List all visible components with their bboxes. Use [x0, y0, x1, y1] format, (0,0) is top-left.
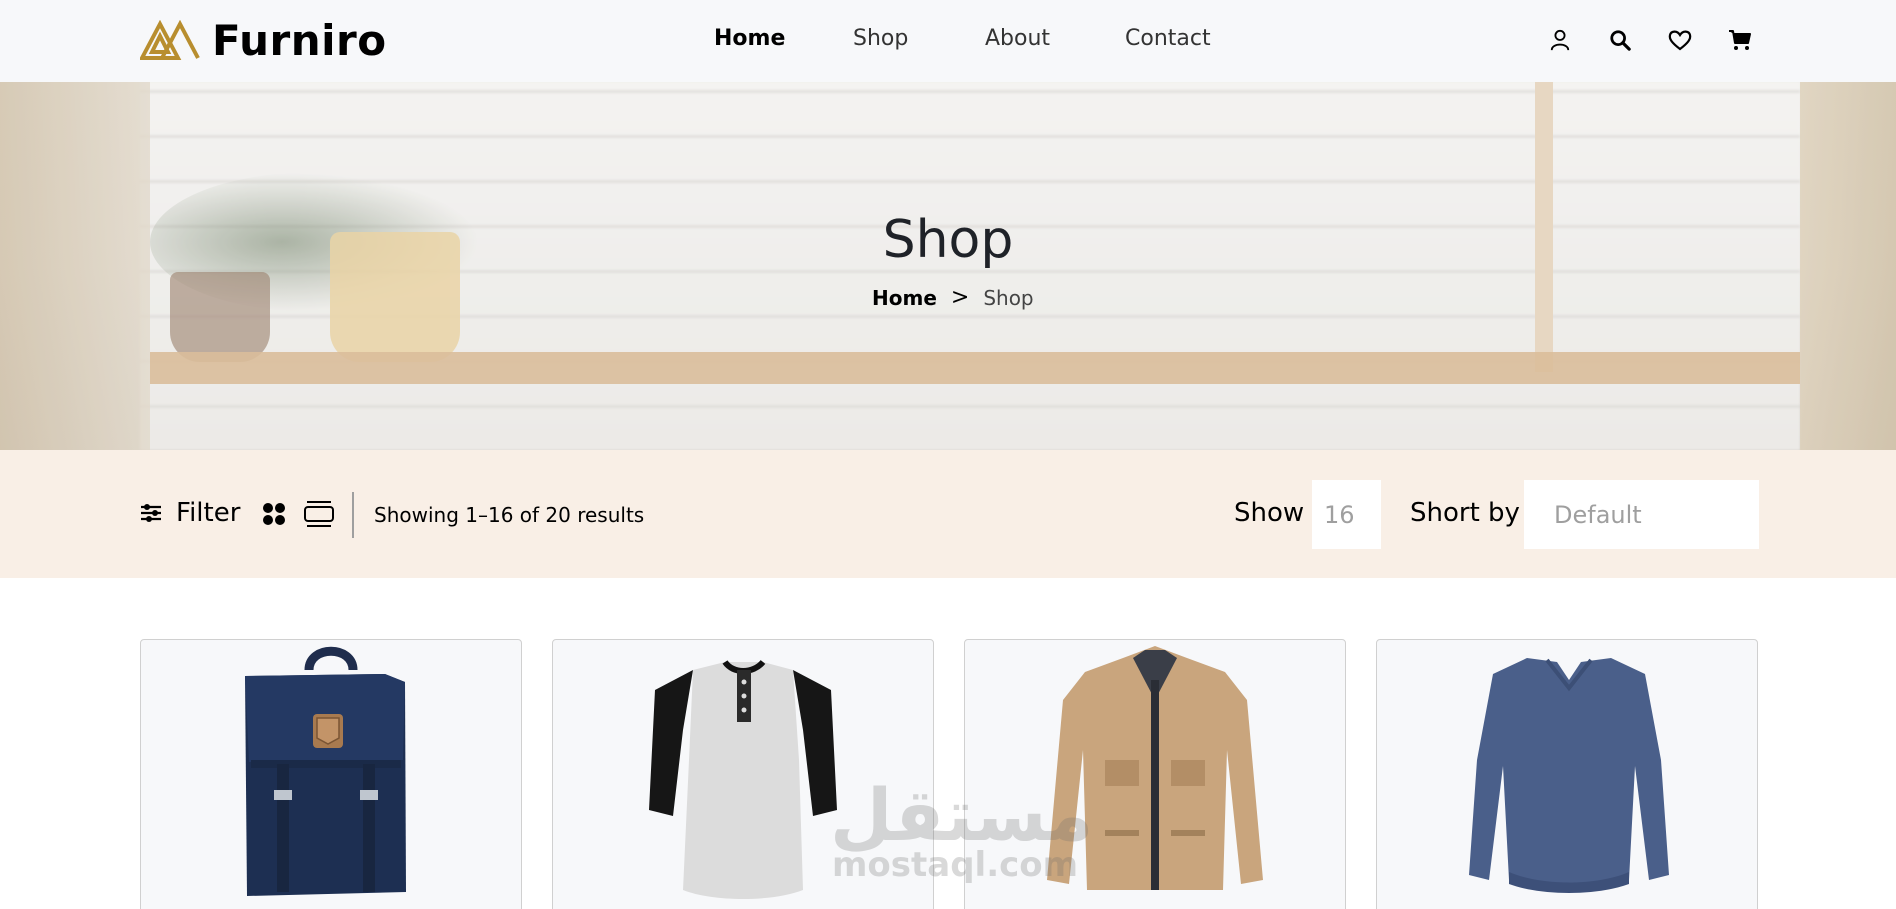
hero-banner: Shop Home > Shop [0, 82, 1896, 450]
breadcrumb-home-link[interactable]: Home [872, 286, 937, 310]
product-card[interactable] [140, 639, 522, 909]
grid-view-icon[interactable] [262, 502, 286, 526]
list-view-icon[interactable] [304, 500, 334, 528]
backpack-image [245, 646, 406, 896]
sliders-icon [141, 504, 161, 522]
product-card[interactable] [964, 639, 1346, 909]
user-icon[interactable] [1545, 25, 1575, 55]
heart-icon[interactable] [1665, 25, 1695, 55]
breadcrumb: Home > Shop [872, 285, 1034, 310]
nav-home-link[interactable]: Home [714, 26, 853, 51]
page-title: Shop [882, 210, 1014, 270]
nav-shop-link[interactable]: Shop [853, 26, 985, 51]
breadcrumb-current: Shop [983, 285, 1034, 310]
filter-bar: Filter Showing 1–16 of 20 results Show S… [0, 450, 1896, 578]
henley-shirt-image [649, 659, 837, 899]
product-card[interactable] [1376, 639, 1758, 909]
logo-mark-icon [140, 20, 200, 60]
sort-label: Short by [1410, 498, 1520, 528]
header-actions [1545, 25, 1755, 55]
show-count-input[interactable] [1312, 480, 1381, 549]
sort-select[interactable]: Default [1524, 480, 1759, 549]
nav-contact-link[interactable]: Contact [1125, 26, 1245, 51]
sort-select-value: Default [1554, 500, 1642, 529]
toolbar-divider [352, 492, 354, 538]
breadcrumb-separator-icon: > [950, 285, 970, 310]
brand-name: Furniro [212, 15, 387, 65]
product-grid [140, 639, 1759, 909]
filter-label: Filter [176, 498, 241, 528]
product-card[interactable] [552, 639, 934, 909]
main-nav: Home Shop About Contact [714, 26, 1245, 51]
site-header: Furniro Home Shop About Contact [0, 0, 1896, 82]
jacket-image [1047, 646, 1263, 890]
show-label: Show [1234, 498, 1305, 528]
brand-logo[interactable]: Furniro [140, 15, 387, 65]
sweater-image [1469, 658, 1669, 893]
search-icon[interactable] [1605, 25, 1635, 55]
cart-icon[interactable] [1725, 25, 1755, 55]
nav-about-link[interactable]: About [985, 26, 1125, 51]
results-count: Showing 1–16 of 20 results [374, 503, 645, 527]
filter-button[interactable]: Filter [140, 498, 240, 528]
